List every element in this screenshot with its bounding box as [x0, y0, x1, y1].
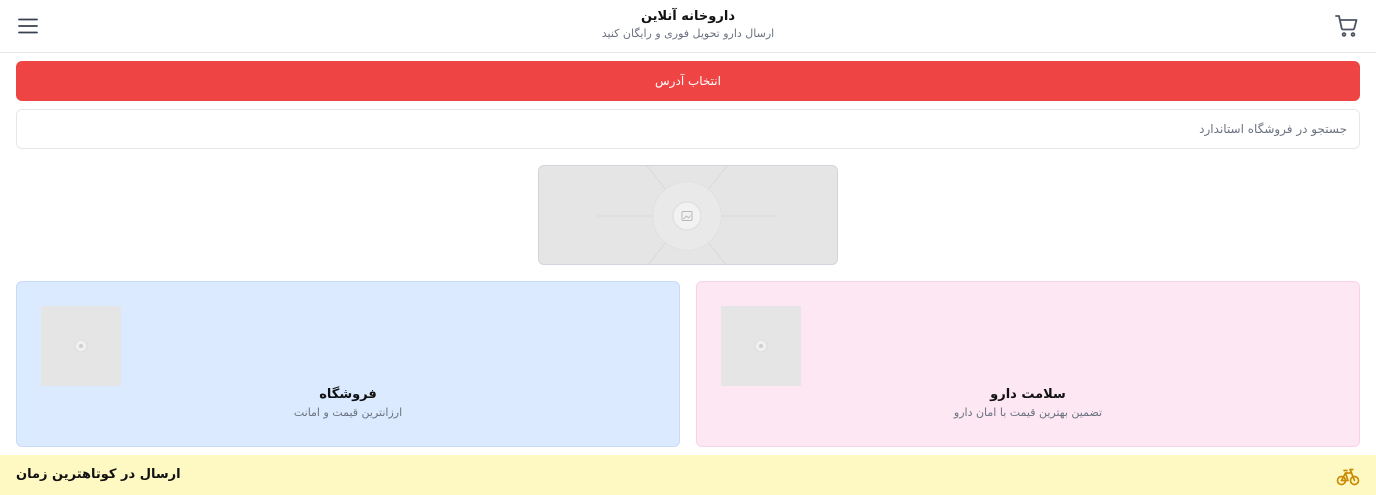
bicycle-icon	[1336, 468, 1360, 486]
category-card-store[interactable]: فروشگاه ارزانترین قیمت و امانت	[16, 281, 680, 447]
category-text: سلامت دارو تضمین بهترین قیمت با امان دار…	[697, 386, 1359, 422]
category-subtitle: تضمین بهترین قیمت با امان دارو	[953, 406, 1103, 419]
delivery-text: ارسال در کوتاهترین زمان	[16, 467, 181, 482]
category-card-health[interactable]: سلامت دارو تضمین بهترین قیمت با امان دار…	[696, 281, 1360, 447]
page-title: داروخانه آنلاین	[640, 9, 736, 24]
menu-button[interactable]	[17, 15, 39, 37]
category-thumbnail	[721, 306, 801, 386]
category-title: فروشگاه	[319, 387, 377, 402]
image-placeholder-icon	[41, 306, 121, 386]
select-address-button[interactable]: انتخاب آدرس	[16, 61, 1360, 101]
select-address-label: انتخاب آدرس	[655, 74, 721, 88]
image-placeholder-icon	[539, 166, 837, 264]
category-text: فروشگاه ارزانترین قیمت و امانت	[17, 386, 679, 422]
header-titles: داروخانه آنلاین ارسال دارو تحویل فوری و …	[602, 8, 774, 42]
banner-image[interactable]	[538, 165, 838, 265]
image-placeholder-icon	[721, 306, 801, 386]
cart-button[interactable]	[1334, 13, 1360, 39]
app-root: داروخانه آنلاین ارسال دارو تحویل فوری و …	[0, 0, 1376, 495]
delivery-banner: ارسال در کوتاهترین زمان	[0, 455, 1376, 495]
search-input[interactable]	[16, 109, 1360, 149]
cart-icon	[1335, 15, 1358, 37]
hamburger-menu-icon	[18, 18, 38, 34]
top-header: داروخانه آنلاین ارسال دارو تحویل فوری و …	[0, 0, 1376, 53]
category-thumbnail	[41, 306, 121, 386]
category-title: سلامت دارو	[990, 387, 1066, 402]
page-subtitle: ارسال دارو تحویل فوری و رایگان کنید	[601, 27, 775, 40]
category-subtitle: ارزانترین قیمت و امانت	[293, 406, 403, 419]
